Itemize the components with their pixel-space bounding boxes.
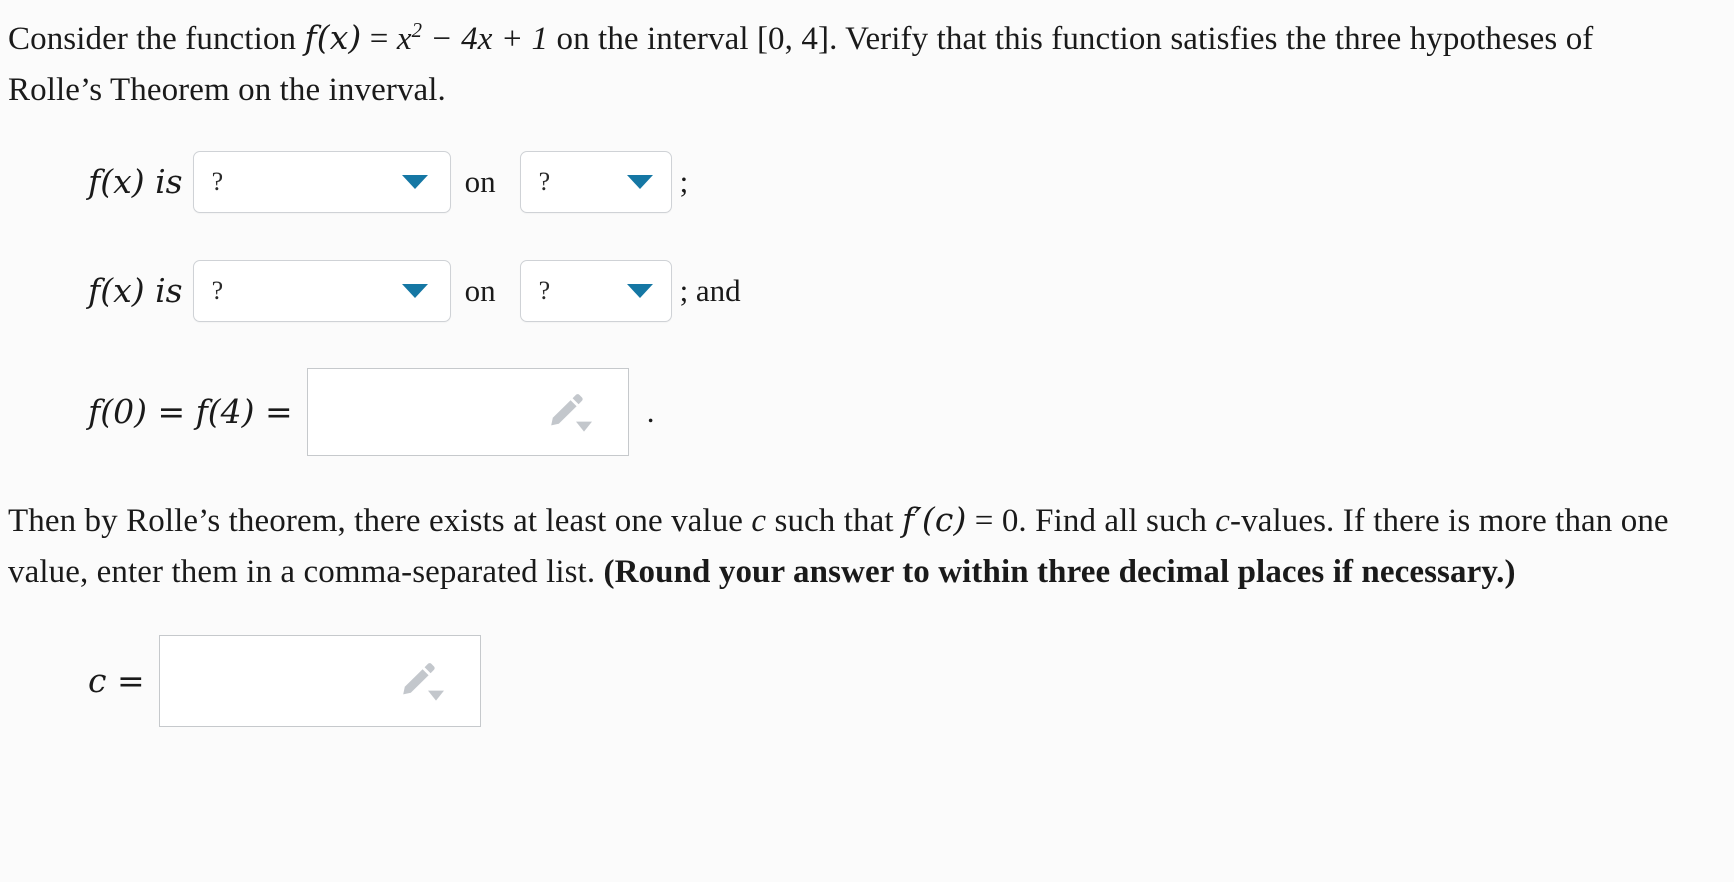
then-text-lead: Then by Rolle’s theorem, there exists at… bbox=[8, 502, 752, 539]
intro-text-lead: Consider the function bbox=[8, 21, 305, 57]
intro-equals: = bbox=[361, 21, 397, 57]
row1-label: f(x) is bbox=[88, 162, 183, 202]
expr-remainder: − 4x + 1 bbox=[422, 21, 549, 57]
row1-connector: on bbox=[464, 163, 496, 199]
c-answer-label: c = bbox=[88, 661, 145, 701]
row2-differentiability-select[interactable]: ? bbox=[192, 259, 451, 322]
row2-interval-select-value: ? bbox=[538, 275, 551, 305]
row2-differentiability-select-value: ? bbox=[211, 275, 224, 305]
chevron-down-icon bbox=[401, 283, 428, 298]
c-answer-row: c = bbox=[0, 634, 1734, 727]
expr-exponent: 2 bbox=[411, 19, 423, 42]
row1-tail-punctuation: ; bbox=[679, 163, 689, 199]
row2-label: f(x) is bbox=[88, 271, 183, 311]
row1-interval-select[interactable]: ? bbox=[519, 150, 672, 213]
interval-notation: [0, 4] bbox=[756, 21, 830, 57]
row2-tail-punctuation: ; and bbox=[679, 272, 741, 308]
derivative-notation: f′(c) bbox=[901, 499, 967, 539]
chevron-down-icon bbox=[626, 283, 653, 298]
row1-interval-select-value: ? bbox=[538, 166, 551, 196]
variable-c-second: c bbox=[1215, 502, 1231, 539]
then-text-findall: = 0. Find all such bbox=[966, 502, 1216, 539]
row1-continuity-select-value: ? bbox=[211, 166, 224, 196]
row2-interval-select[interactable]: ? bbox=[519, 259, 672, 322]
rolle-instruction-paragraph: Then by Rolle’s theorem, there exists at… bbox=[0, 494, 1690, 599]
chevron-down-icon bbox=[401, 174, 428, 189]
quadratic-expression: x2 − 4x + 1 bbox=[396, 19, 549, 57]
row2-connector: on bbox=[464, 272, 496, 308]
pencil-icon bbox=[550, 394, 596, 434]
endpoint-equality-period: . bbox=[646, 393, 655, 429]
answer-rows: f(x) is ? on ? ; f(x) is ? on ? ; and f(… bbox=[0, 150, 1734, 456]
problem-statement: Consider the function f(x) = x2 − 4x + 1… bbox=[0, 12, 1700, 117]
intro-text-interval-lead: on the interval bbox=[548, 21, 757, 57]
variable-c-first: c bbox=[751, 502, 767, 539]
pencil-icon bbox=[402, 662, 448, 702]
endpoint-equality-label: f(0) = f(4) = bbox=[88, 392, 293, 432]
chevron-down-icon bbox=[626, 174, 653, 189]
then-text-suchthat: such that bbox=[766, 502, 902, 539]
endpoint-value-input[interactable] bbox=[306, 367, 629, 456]
hypothesis-row-1: f(x) is ? on ? ; bbox=[88, 150, 1734, 213]
endpoint-equality-row: f(0) = f(4) = . bbox=[88, 367, 1734, 456]
expr-base-x: x bbox=[396, 21, 412, 57]
rounding-instruction: (Round your answer to within three decim… bbox=[603, 554, 1516, 591]
problem-page: Consider the function f(x) = x2 − 4x + 1… bbox=[0, 12, 1734, 882]
row1-continuity-select[interactable]: ? bbox=[192, 150, 451, 213]
c-value-input[interactable] bbox=[158, 634, 481, 727]
function-notation-fx: f(x) bbox=[304, 18, 362, 57]
hypothesis-row-2: f(x) is ? on ? ; and bbox=[88, 259, 1734, 322]
